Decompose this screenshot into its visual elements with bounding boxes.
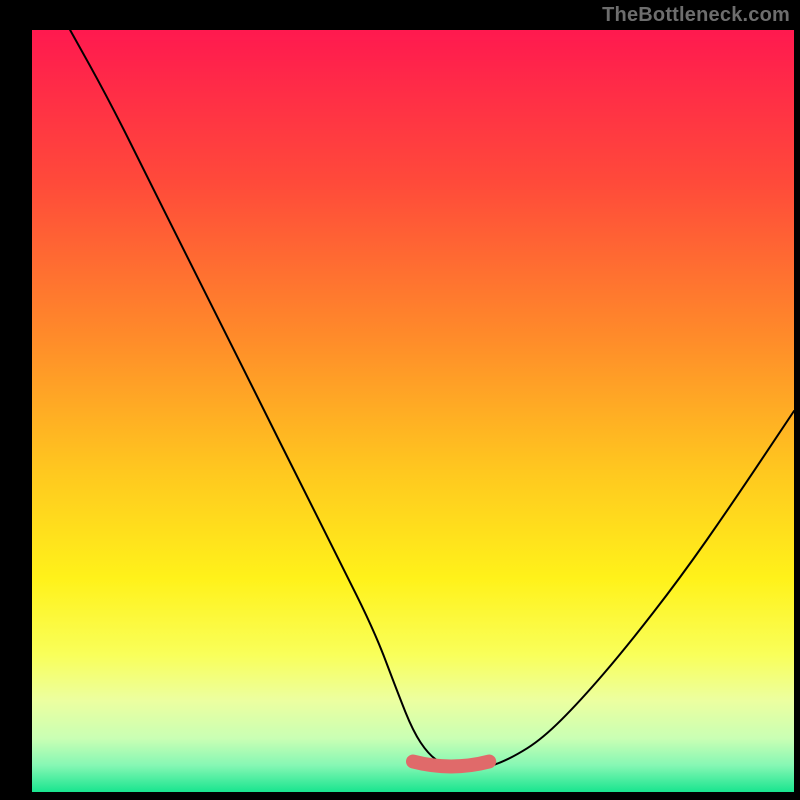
watermark-text: TheBottleneck.com xyxy=(602,4,790,27)
plot-area xyxy=(32,30,794,792)
chart-frame: TheBottleneck.com xyxy=(0,0,800,800)
optimal-range-marker xyxy=(413,762,489,767)
chart-svg xyxy=(32,30,794,792)
gradient-background xyxy=(32,30,794,792)
